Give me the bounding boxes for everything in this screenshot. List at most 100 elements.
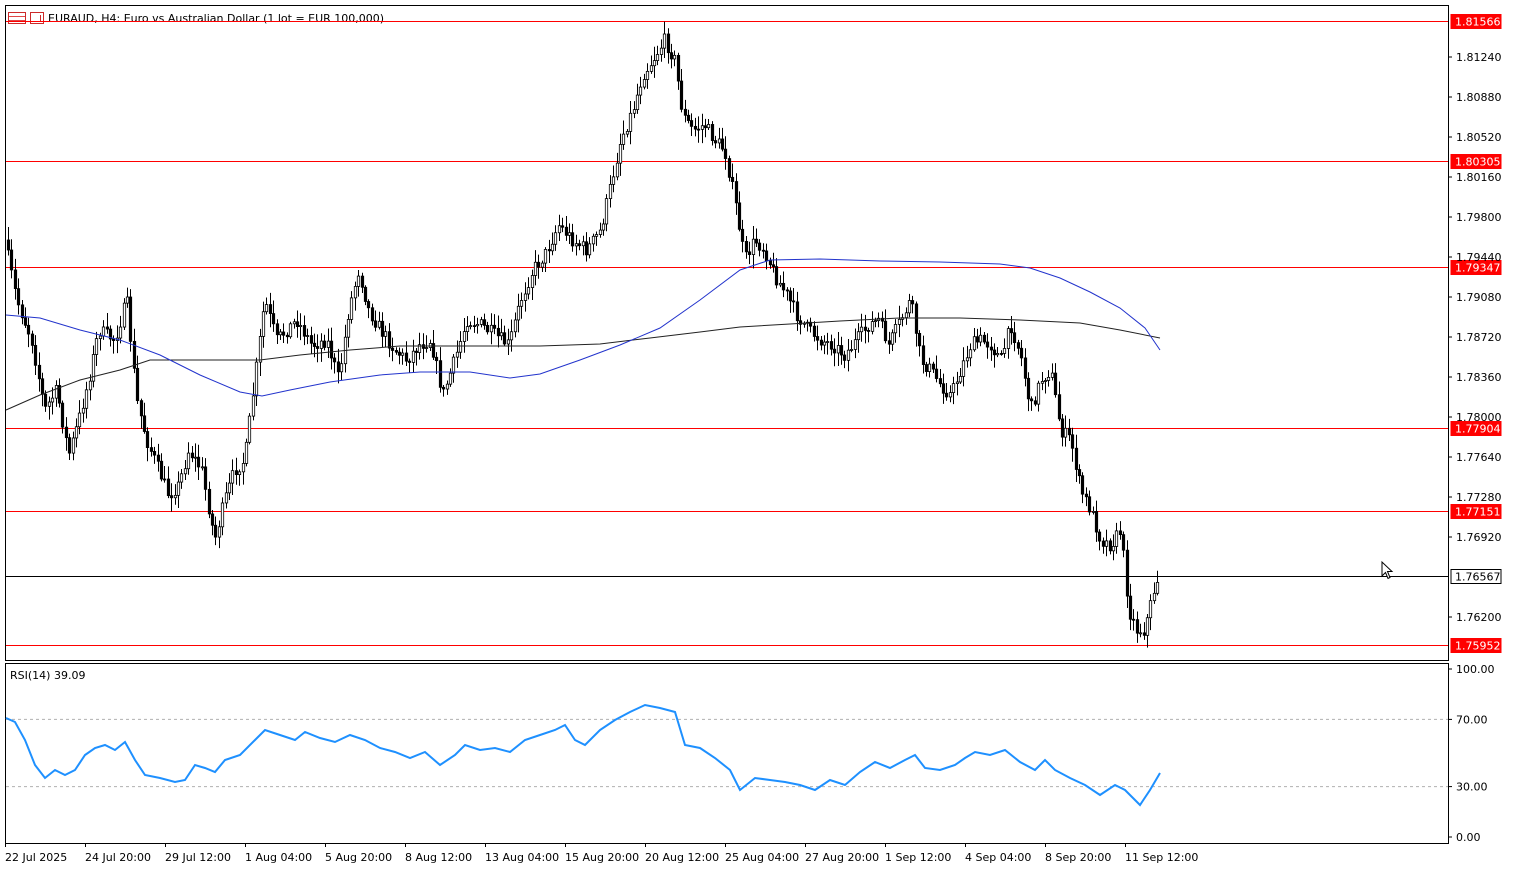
candle-body <box>734 181 739 204</box>
candle-body <box>737 202 742 230</box>
candle-body <box>1152 592 1157 602</box>
candle-body <box>999 353 1004 355</box>
candle-body <box>829 341 834 350</box>
candle-body <box>166 478 171 497</box>
candle-body <box>584 241 589 256</box>
candle-body <box>149 447 154 452</box>
candle-body <box>156 454 161 462</box>
candle-body <box>771 264 776 267</box>
price-level-label: 1.81566 <box>1455 16 1501 29</box>
candle-body <box>81 407 86 414</box>
candle-body <box>594 234 599 237</box>
candle-body <box>598 229 603 235</box>
candle-body <box>397 351 402 356</box>
candle-body <box>547 249 552 252</box>
candle-body <box>227 482 232 494</box>
candle-body <box>1131 618 1136 621</box>
candle-body <box>363 286 368 302</box>
candle-body <box>139 400 144 417</box>
candle-body <box>689 120 694 127</box>
rsi-tick-label: 30.00 <box>1456 781 1488 794</box>
time-tick-label: 1 Sep 12:00 <box>885 851 951 864</box>
candle-body <box>893 324 898 334</box>
candle-body <box>251 395 256 417</box>
candle-body <box>1029 398 1034 402</box>
price-tick-label: 1.78360 <box>1456 371 1502 384</box>
candle-body <box>747 251 752 255</box>
candle-body <box>101 326 106 337</box>
candle-body <box>958 376 963 383</box>
candle-body <box>713 140 718 144</box>
moving-averages <box>5 258 1161 411</box>
candle-body <box>1050 372 1055 378</box>
candle-body <box>655 54 660 61</box>
candle-body <box>268 304 273 314</box>
price-tick-label: 1.81240 <box>1456 51 1502 64</box>
candle-body <box>523 293 528 301</box>
candle-body <box>744 241 749 253</box>
candle-body <box>315 346 320 349</box>
candle-body <box>312 342 317 347</box>
candle-body <box>210 513 215 526</box>
candle-body <box>390 347 395 351</box>
candle-body <box>40 378 45 395</box>
candle-body <box>870 321 875 332</box>
candle-body <box>424 347 429 349</box>
candle-body <box>162 478 167 481</box>
candle-body <box>992 349 997 356</box>
candle-body <box>455 351 460 358</box>
candle-body <box>326 340 331 348</box>
candle-body <box>662 33 667 49</box>
price-chart[interactable]: 1.815661.803051.793471.779041.771511.759… <box>0 0 1519 874</box>
candle-body <box>934 368 939 379</box>
rsi-indicator: 100.00 70.00 30.00 0.00 <box>5 663 1495 844</box>
candle-body <box>842 354 847 361</box>
candle-body <box>292 321 297 325</box>
candle-body <box>693 125 698 130</box>
candle-body <box>757 242 762 251</box>
time-tick-label: 25 Aug 04:00 <box>725 851 799 864</box>
candle-body <box>553 232 558 245</box>
candle-body <box>853 339 858 350</box>
candle-body <box>720 138 725 150</box>
candle-body <box>332 357 337 363</box>
time-tick-label: 27 Aug 20:00 <box>805 851 879 864</box>
candle-body <box>567 232 572 236</box>
price-tick-label: 1.77280 <box>1456 491 1502 504</box>
candle-body <box>1063 427 1068 438</box>
candle-body <box>441 386 446 390</box>
candle-body <box>305 335 310 337</box>
candle-body <box>254 361 259 397</box>
candle-body <box>985 341 990 348</box>
candle-body <box>574 243 579 247</box>
candle-body <box>509 331 514 341</box>
candle-body <box>907 300 912 314</box>
candle-body <box>676 54 681 82</box>
candle-body <box>825 341 830 343</box>
candle-body <box>298 325 303 328</box>
candle-body <box>989 346 994 351</box>
candle-body <box>540 262 545 268</box>
candle-body <box>479 319 484 325</box>
candle-body <box>982 334 987 343</box>
candle-body <box>910 300 915 305</box>
candle-body <box>285 334 290 338</box>
chart-window[interactable]: EURAUD, H4: Euro vs Australian Dollar (1… <box>0 0 1519 874</box>
candle-body <box>1138 632 1143 635</box>
candle-body <box>278 331 283 336</box>
candle-body <box>948 392 953 398</box>
candle-body <box>64 426 69 439</box>
candle-body <box>207 488 212 515</box>
candle-body <box>679 80 684 110</box>
candle-body <box>774 266 779 286</box>
candle-body <box>105 326 110 330</box>
candle-body <box>33 344 38 366</box>
candle-body <box>1043 380 1048 382</box>
candle-body <box>944 392 949 398</box>
candle-body <box>628 112 633 132</box>
candle-body <box>271 313 276 325</box>
rsi-tick-label: 70.00 <box>1456 713 1488 726</box>
candle-body <box>649 65 654 72</box>
candle-body <box>380 320 385 337</box>
rsi-title: RSI(14) 39.09 <box>10 669 85 682</box>
